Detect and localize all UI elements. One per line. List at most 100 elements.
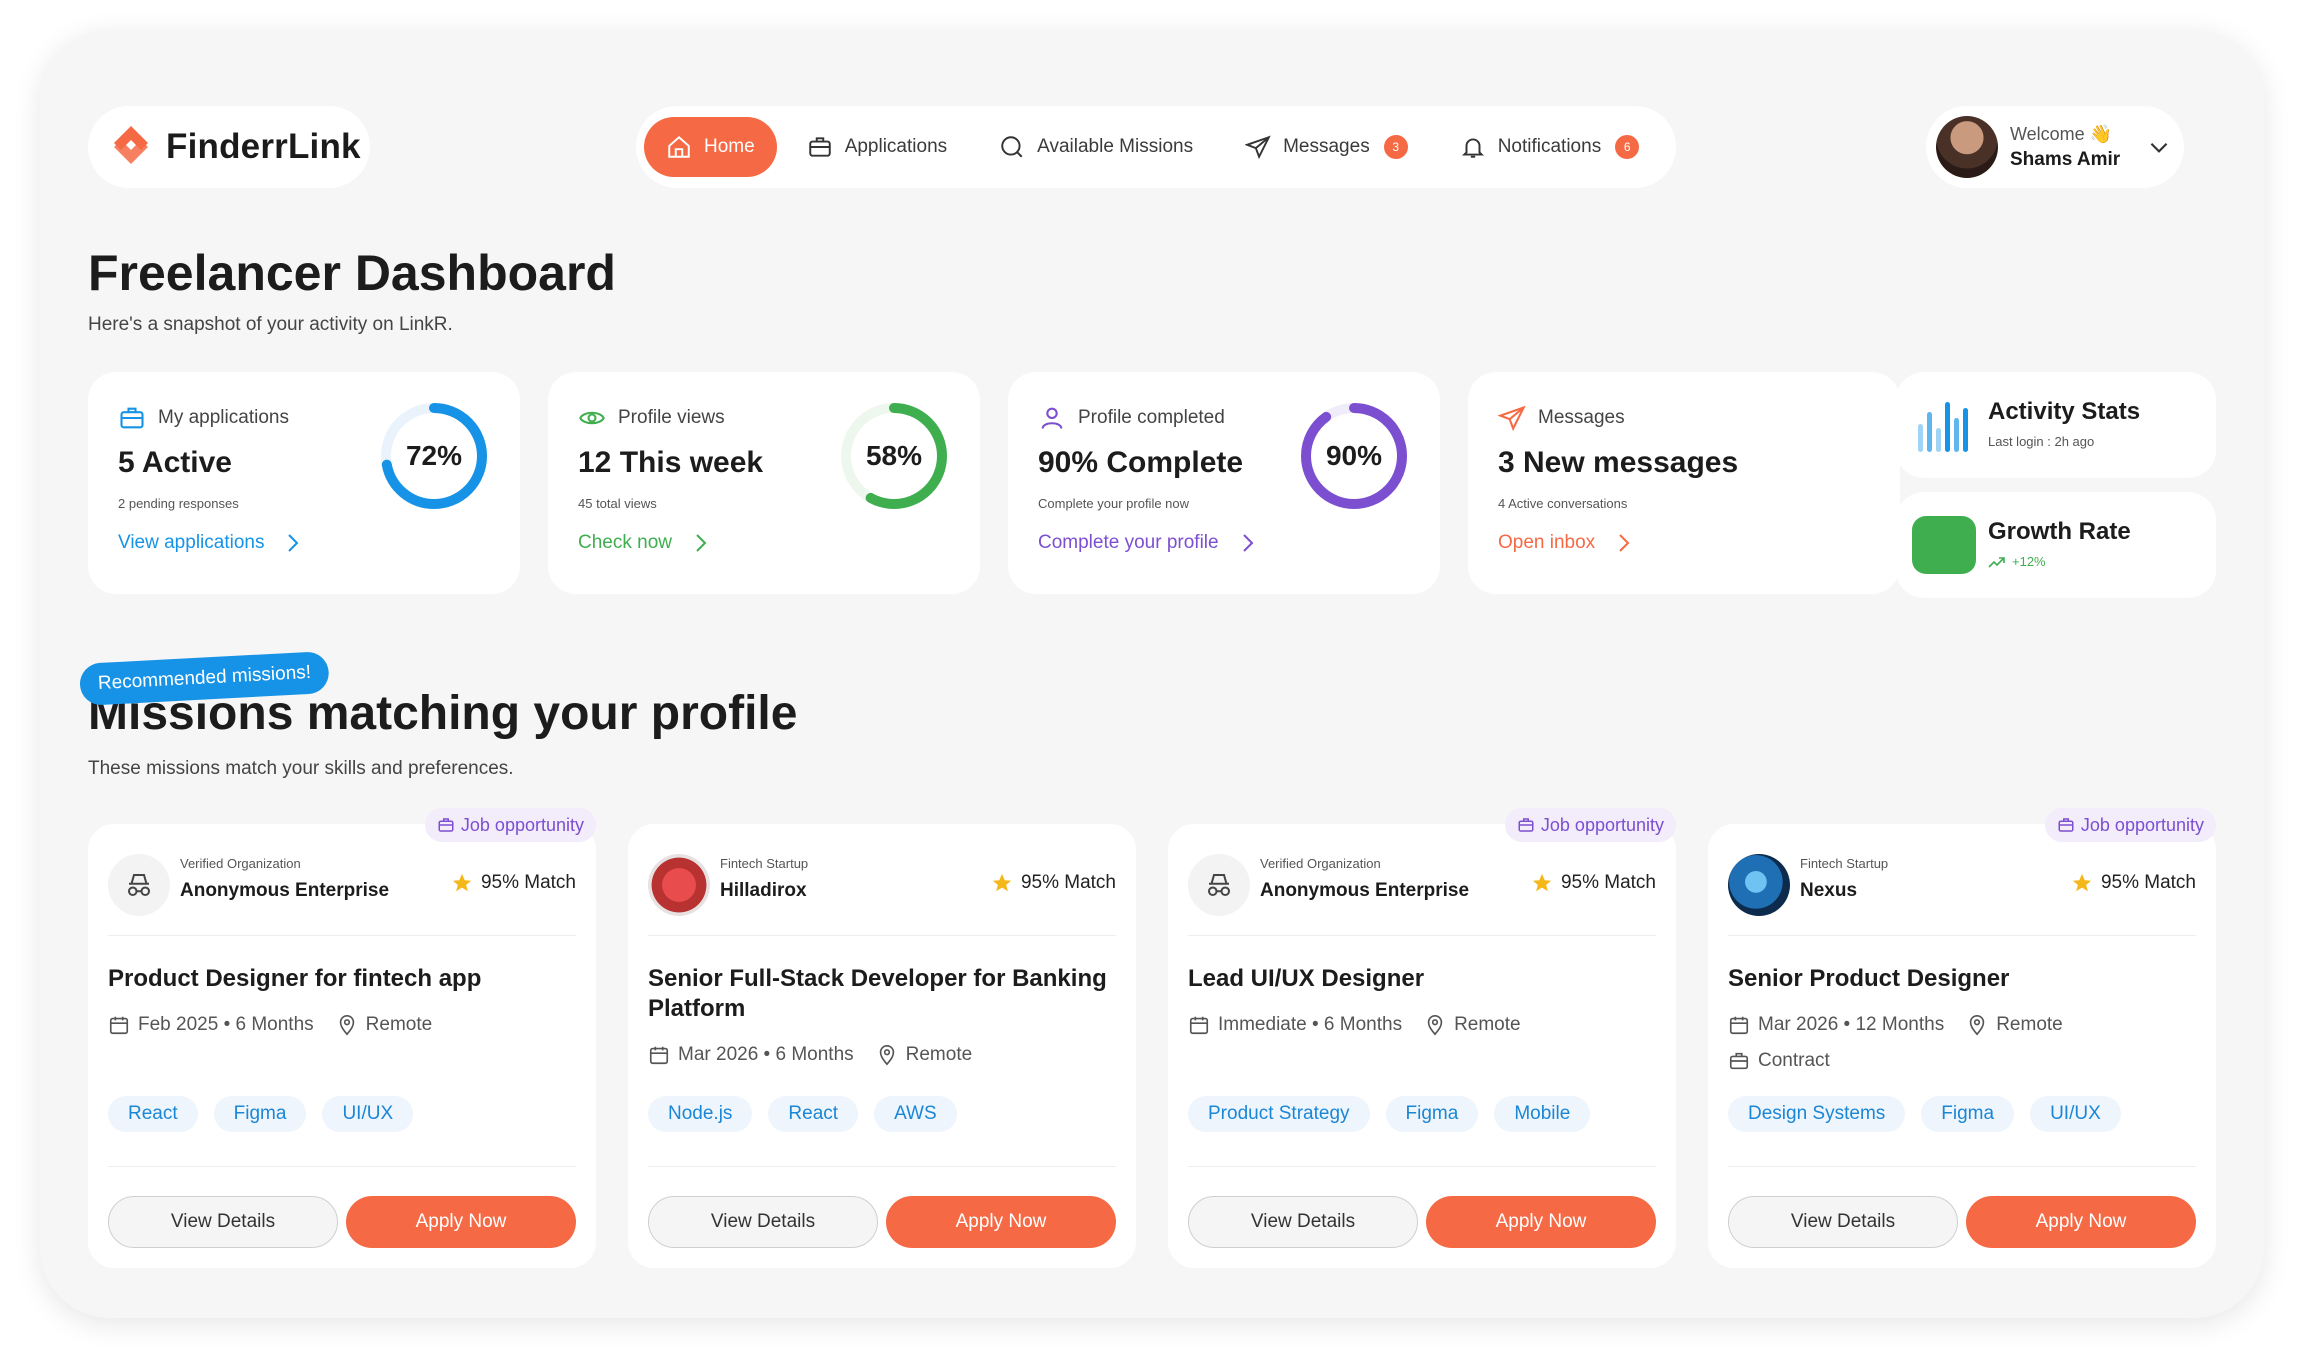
view-details-button[interactable]: View Details: [108, 1196, 338, 1248]
calendar-icon: [1189, 1016, 1209, 1035]
chevron-right-icon: [696, 534, 707, 552]
job-tag-label: Job opportunity: [2080, 814, 2204, 835]
stat-card-profile-completed: Profile completed 90% Complete Complete …: [1008, 372, 1440, 594]
job-tag-label: Job opportunity: [460, 814, 584, 835]
contract-type: Contract: [1758, 1050, 1830, 1071]
mission-title: Senior Product Designer: [1728, 965, 2010, 992]
nav-available-missions[interactable]: Available Missions: [977, 117, 1215, 177]
user-icon: [1041, 407, 1063, 429]
search-icon: [1001, 136, 1023, 158]
incognito-icon: [1188, 854, 1250, 916]
eye-icon: [579, 411, 605, 425]
nav-applications-label: Applications: [844, 136, 948, 157]
stat-detail: 4 Active conversations: [1498, 496, 1628, 511]
mission-title: Lead UI/UX Designer: [1188, 965, 1425, 992]
star-icon: [2072, 873, 2092, 892]
stat-link-label: Complete your profile: [1038, 532, 1219, 553]
mission-title: Product Designer for fintech app: [108, 965, 482, 992]
avatar: [1936, 116, 1998, 178]
job-opportunity-tag: Job opportunity: [424, 808, 596, 842]
skill-chip: Mobile: [1494, 1096, 1591, 1132]
mission-location: Remote: [905, 1044, 973, 1065]
skill-chip: Figma: [1921, 1096, 2015, 1132]
org-name: Anonymous Enterprise: [1260, 880, 1470, 901]
nav-notifications[interactable]: Notifications 6: [1438, 117, 1662, 177]
stat-label: My applications: [158, 407, 289, 428]
stat-card-applications: My applications 5 Active 2 pending respo…: [88, 372, 520, 594]
skill-chip: Figma: [213, 1096, 307, 1132]
mission-date: Immediate • 6 Months: [1218, 1014, 1403, 1035]
progress-percent: 58%: [865, 440, 923, 471]
view-details-button[interactable]: View Details: [1728, 1196, 1958, 1248]
main-nav: Home Applications Available Missions Mes…: [636, 106, 1676, 188]
progress-percent: 90%: [1325, 440, 1383, 471]
mission-date: Feb 2025 • 6 Months: [138, 1014, 314, 1035]
incognito-icon: [108, 854, 170, 916]
skill-chip: Product Strategy: [1188, 1096, 1370, 1132]
stat-detail: Complete your profile now: [1038, 496, 1190, 511]
stat-label: Profile completed: [1078, 407, 1225, 428]
job-opportunity-tag: Job opportunity: [1504, 808, 1676, 842]
job-tag-label: Job opportunity: [1540, 814, 1664, 835]
user-menu[interactable]: Welcome 👋 Shams Amir: [1926, 106, 2184, 188]
location-icon: [339, 1015, 354, 1036]
mission-card: Job opportunity Verified Organization An…: [88, 808, 596, 1268]
stat-card-messages: Messages 3 New messages 4 Active convers…: [1468, 372, 1900, 594]
nav-home-label: Home: [704, 136, 755, 157]
calendar-icon: [649, 1046, 669, 1065]
star-icon: [1532, 873, 1552, 892]
stat-link-label: Open inbox: [1498, 532, 1596, 553]
mission-title: Senior Full-Stack Developer for Banking …: [648, 965, 1107, 1022]
growth-rate-title: Growth Rate: [1988, 518, 2131, 545]
messages-badge: 3: [1383, 135, 1408, 159]
stat-card-profile-views: Profile views 12 This week 45 total view…: [548, 372, 980, 594]
match-score: 95% Match: [1560, 872, 1656, 893]
company-logo: [648, 854, 710, 916]
mission-card: Fintech Startup Hilladirox 95% Match Sen…: [628, 824, 1136, 1268]
view-applications-link[interactable]: View applications: [118, 532, 302, 554]
mission-date: Mar 2026 • 6 Months: [678, 1044, 854, 1065]
mission-card: Job opportunity Fintech Startup Nexus 95…: [1708, 808, 2216, 1268]
brand-logo[interactable]: FinderrLink: [88, 106, 370, 188]
app-frame: FinderrLink Home Applications Available …: [40, 30, 2264, 1318]
growth-icon: [1912, 516, 1976, 574]
apply-now-button[interactable]: Apply Now: [886, 1196, 1116, 1248]
apply-now-button[interactable]: Apply Now: [346, 1196, 576, 1248]
apply-now-button[interactable]: Apply Now: [1966, 1196, 2196, 1248]
open-inbox-link[interactable]: Open inbox: [1498, 532, 1633, 554]
user-name: Shams Amir: [2010, 148, 2121, 170]
apply-now-button[interactable]: Apply Now: [1426, 1196, 1656, 1248]
last-login: Last login : 2h ago: [1988, 434, 2095, 449]
nav-messages[interactable]: Messages 3: [1223, 117, 1430, 177]
nav-applications[interactable]: Applications: [785, 117, 969, 177]
send-icon: [1498, 405, 1526, 432]
job-opportunity-tag: Job opportunity: [2044, 808, 2216, 842]
view-details-button[interactable]: View Details: [1188, 1196, 1418, 1248]
logo-icon: [108, 122, 154, 173]
chevron-right-icon: [1619, 534, 1630, 552]
location-icon: [1969, 1015, 1985, 1036]
skill-chip: React: [768, 1096, 859, 1132]
stat-detail: 2 pending responses: [118, 496, 239, 511]
org-type: Fintech Startup: [1800, 856, 1889, 871]
match-score: 95% Match: [2100, 872, 2196, 893]
briefcase-icon: [1729, 1052, 1749, 1070]
nav-home[interactable]: Home: [644, 117, 777, 177]
star-icon: [452, 873, 472, 892]
welcome-text: Welcome 👋: [2010, 123, 2113, 144]
chevron-down-icon[interactable]: [2146, 134, 2172, 160]
bell-icon: [1461, 138, 1484, 158]
briefcase-icon: [808, 137, 831, 157]
view-details-button[interactable]: View Details: [648, 1196, 878, 1248]
briefcase-icon: [438, 818, 454, 832]
nav-available-missions-label: Available Missions: [1037, 136, 1194, 157]
check-now-link[interactable]: Check now: [578, 532, 710, 554]
brand-name: FinderrLink: [166, 127, 361, 166]
stat-value: 3 New messages: [1498, 446, 1739, 479]
missions-subtitle: These missions match your skills and pre…: [88, 758, 514, 779]
mission-location: Remote: [1454, 1014, 1521, 1035]
chevron-right-icon: [288, 534, 299, 552]
company-logo: [1728, 854, 1790, 916]
page-subtitle: Here's a snapshot of your activity on Li…: [88, 314, 453, 335]
complete-profile-link[interactable]: Complete your profile: [1038, 532, 1257, 554]
